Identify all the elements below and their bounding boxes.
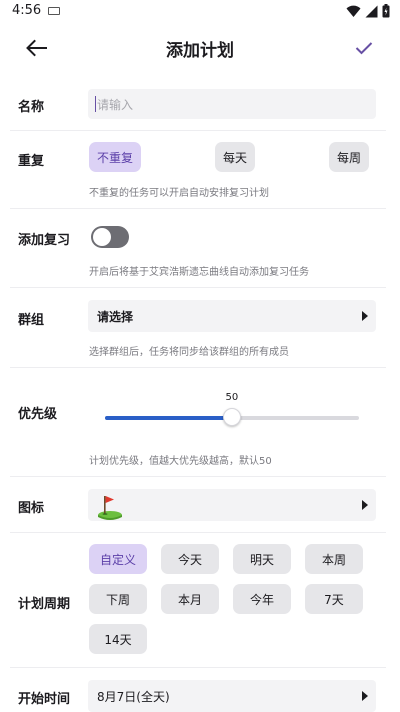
status-icons xyxy=(346,4,390,18)
name-input[interactable]: 请输入 xyxy=(88,89,376,119)
divider xyxy=(10,287,386,288)
divider xyxy=(10,667,386,668)
priority-value-label: 50 xyxy=(225,392,239,403)
period-option-this-month[interactable]: 本月 xyxy=(161,584,219,614)
priority-slider[interactable] xyxy=(105,408,359,426)
add-review-hint: 开启后将基于艾宾浩斯遗忘曲线自动添加复习任务 xyxy=(89,267,309,278)
status-time: 4:56 xyxy=(12,3,42,18)
period-option-this-week[interactable]: 本周 xyxy=(305,544,363,574)
add-review-toggle[interactable] xyxy=(91,226,129,248)
divider xyxy=(10,476,386,477)
repeat-label: 重复 xyxy=(18,154,45,169)
text-caret xyxy=(95,96,96,112)
group-select-value: 请选择 xyxy=(97,310,134,324)
start-time-label: 开始时间 xyxy=(18,692,71,707)
priority-slider-thumb[interactable] xyxy=(223,408,241,426)
repeat-option-none[interactable]: 不重复 xyxy=(89,142,141,172)
add-review-label: 添加复习 xyxy=(18,233,71,248)
signal-icon xyxy=(365,5,378,17)
period-option-7-days[interactable]: 7天 xyxy=(305,584,363,614)
repeat-option-weekly[interactable]: 每周 xyxy=(329,142,369,172)
chevron-right-icon xyxy=(362,311,368,321)
golf-flag-icon xyxy=(98,496,122,520)
app-bar: 添加计划 xyxy=(0,24,400,72)
divider xyxy=(10,208,386,209)
icon-select[interactable] xyxy=(88,489,376,521)
period-option-today[interactable]: 今天 xyxy=(161,544,219,574)
group-hint: 选择群组后，任务将同步给该群组的所有成员 xyxy=(89,347,289,358)
divider xyxy=(10,130,386,131)
period-option-14-days[interactable]: 14天 xyxy=(89,624,147,654)
page-title: 添加计划 xyxy=(166,41,234,61)
icon-label: 图标 xyxy=(18,501,45,516)
start-time-select[interactable]: 8月7日(全天) xyxy=(88,680,376,712)
divider xyxy=(10,367,386,368)
chevron-right-icon xyxy=(362,691,368,701)
chevron-right-icon xyxy=(362,500,368,510)
toggle-thumb xyxy=(93,228,111,246)
battery-icon xyxy=(382,4,390,18)
group-label: 群组 xyxy=(18,313,45,328)
confirm-button[interactable] xyxy=(350,34,378,62)
status-bar: 4:56 xyxy=(0,0,400,24)
group-select[interactable]: 请选择 xyxy=(88,300,376,332)
period-option-next-week[interactable]: 下周 xyxy=(89,584,147,614)
divider xyxy=(10,532,386,533)
period-option-this-year[interactable]: 今年 xyxy=(233,584,291,614)
check-icon xyxy=(355,42,373,55)
repeat-option-daily[interactable]: 每天 xyxy=(215,142,255,172)
period-label: 计划周期 xyxy=(18,597,71,612)
period-option-tomorrow[interactable]: 明天 xyxy=(233,544,291,574)
period-option-custom[interactable]: 自定义 xyxy=(89,544,147,574)
priority-hint: 计划优先级，值越大优先级越高，默认50 xyxy=(89,456,272,467)
priority-label: 优先级 xyxy=(18,407,58,422)
wifi-icon xyxy=(346,5,361,17)
start-time-value: 8月7日(全天) xyxy=(97,690,170,704)
repeat-hint: 不重复的任务可以开启自动安排复习计划 xyxy=(89,188,269,199)
priority-slider-fill xyxy=(105,416,232,420)
name-label: 名称 xyxy=(18,100,45,115)
name-input-placeholder: 请输入 xyxy=(97,98,134,112)
keyboard-icon xyxy=(48,7,60,15)
